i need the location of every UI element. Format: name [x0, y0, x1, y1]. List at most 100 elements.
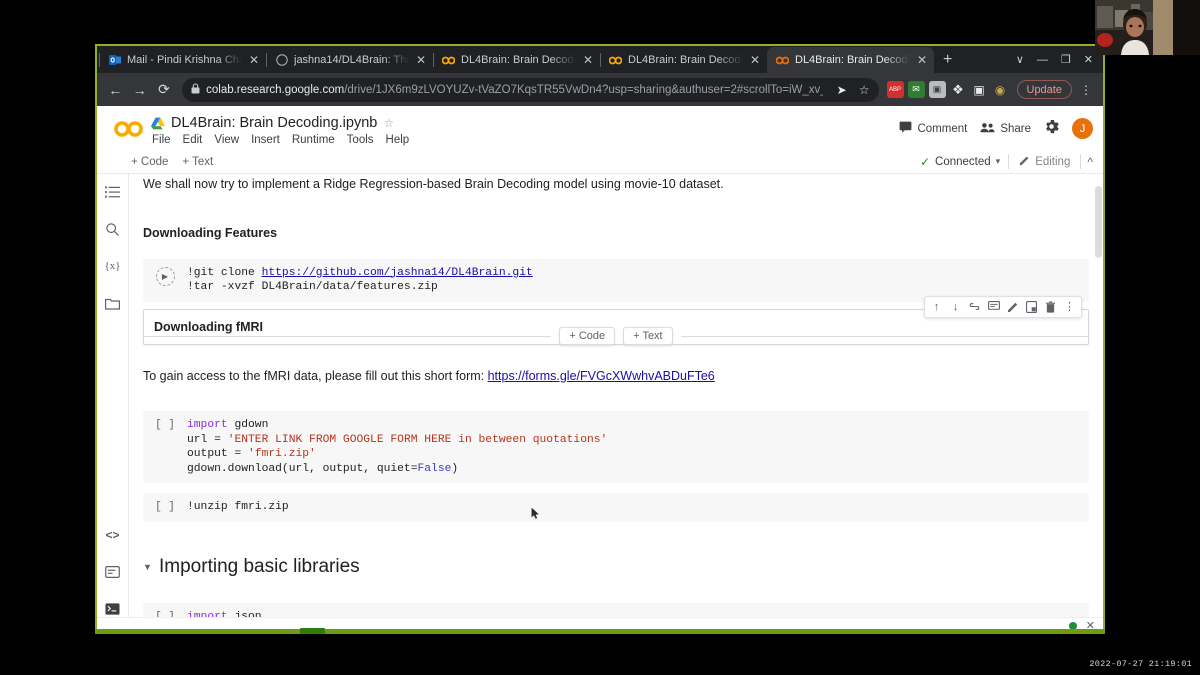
- star-icon[interactable]: ☆: [853, 83, 870, 97]
- tab-strip: Mail - Pindi Krishna Chandi ✕ jashna14/D…: [97, 46, 1103, 73]
- toc-icon[interactable]: [103, 182, 123, 202]
- editing-label: Editing: [1035, 156, 1070, 168]
- mail-extension-icon[interactable]: ✉: [908, 81, 925, 98]
- tab-title: DL4Brain: Brain Decoding: [795, 54, 910, 66]
- run-cell-button[interactable]: ▶: [156, 267, 175, 286]
- imports-section-heading: ▼ Importing basic libraries: [143, 542, 1089, 584]
- github-repo-link[interactable]: https://github.com/jashna14/DL4Brain.git: [262, 267, 533, 279]
- url-var: url =: [187, 434, 228, 446]
- delete-cell-icon[interactable]: [1041, 297, 1060, 316]
- star-outline-icon[interactable]: ☆: [383, 116, 394, 130]
- add-code-cell-button[interactable]: + Code: [131, 156, 168, 168]
- fmri-markdown-cell[interactable]: ↑ ↓: [143, 309, 1089, 345]
- link-to-cell-icon[interactable]: [965, 297, 984, 316]
- tab-title: Mail - Pindi Krishna Chandi: [127, 54, 242, 66]
- browser-window: Mail - Pindi Krishna Chandi ✕ jashna14/D…: [95, 44, 1105, 631]
- comment-button[interactable]: Comment: [899, 121, 967, 136]
- menu-item-runtime[interactable]: Runtime: [292, 134, 335, 146]
- menu-item-edit[interactable]: Edit: [183, 134, 203, 146]
- collapse-caret-icon[interactable]: ▼: [143, 562, 151, 572]
- copy-cell-icon[interactable]: [1022, 297, 1041, 316]
- tab-title: DL4Brain: Brain Decoding: [628, 54, 743, 66]
- browser-tab-4[interactable]: DL4Brain: Brain Decoding ✕: [767, 47, 934, 73]
- browser-tab-1[interactable]: jashna14/DL4Brain: This is ✕: [266, 47, 433, 73]
- fmri-form-link[interactable]: https://forms.gle/FVGcXWwhvABDuFTe6: [488, 369, 715, 383]
- browser-tab-0[interactable]: Mail - Pindi Krishna Chandi ✕: [99, 47, 266, 73]
- search-icon[interactable]: [103, 219, 123, 239]
- command-palette-icon[interactable]: [103, 562, 123, 582]
- menu-item-insert[interactable]: Insert: [251, 134, 280, 146]
- cell-index[interactable]: [ ]: [155, 501, 175, 513]
- imports-heading: Importing basic libraries: [159, 556, 360, 578]
- screenshot-extension-icon[interactable]: ▣: [929, 81, 946, 98]
- gdown-code-cell[interactable]: [ ] import gdown url = 'ENTER LINK FROM …: [143, 411, 1089, 483]
- code-snippets-icon[interactable]: <>: [103, 525, 123, 545]
- window-controls: ∨ — ❐ ✕: [1006, 46, 1103, 73]
- webcam-preview[interactable]: [1095, 0, 1200, 55]
- add-comment-icon[interactable]: [984, 297, 1003, 316]
- minimize-icon[interactable]: —: [1037, 54, 1048, 66]
- close-icon[interactable]: ✕: [582, 54, 594, 66]
- insert-text-cell-button[interactable]: + Text: [623, 327, 672, 345]
- reload-button[interactable]: ⟳: [154, 79, 174, 101]
- vertical-scrollbar[interactable]: [1094, 174, 1103, 631]
- page-viewport: DL4Brain: Brain Decoding.ipynb ☆ File Ed…: [97, 106, 1103, 631]
- runtime-status-button[interactable]: ✓ Connected ▾: [920, 155, 1008, 169]
- insert-code-cell-button[interactable]: + Code: [559, 327, 615, 345]
- profile-extension-icon[interactable]: ◉: [992, 81, 1009, 98]
- scrollbar-thumb[interactable]: [1095, 186, 1102, 258]
- colab-icon: [776, 54, 789, 67]
- screen-recording-root: Mail - Pindi Krishna Chandi ✕ jashna14/D…: [0, 0, 1200, 675]
- toolbar-right: ✓ Connected ▾ Editing ^: [920, 154, 1093, 169]
- url-domain: colab.research.google.com: [206, 84, 344, 96]
- menu-item-file[interactable]: File: [152, 134, 171, 146]
- edit-cell-icon[interactable]: [1003, 297, 1022, 316]
- recording-progress-thumb[interactable]: [300, 628, 325, 634]
- unzip-code-cell[interactable]: [ ] !unzip fmri.zip: [143, 493, 1089, 522]
- output-var: output =: [187, 448, 248, 460]
- forward-button[interactable]: →: [129, 79, 149, 101]
- files-icon[interactable]: [103, 293, 123, 313]
- move-cell-up-icon[interactable]: ↑: [927, 297, 946, 316]
- avatar[interactable]: J: [1072, 118, 1093, 139]
- notebook-content[interactable]: We shall now try to implement a Ridge Re…: [129, 174, 1103, 631]
- colab-logo[interactable]: [107, 114, 151, 138]
- gear-icon[interactable]: [1044, 119, 1059, 139]
- close-icon[interactable]: ✕: [749, 54, 761, 66]
- close-icon[interactable]: ✕: [248, 54, 260, 66]
- back-button[interactable]: ←: [105, 79, 125, 101]
- false-literal: False: [418, 463, 452, 475]
- browser-tab-2[interactable]: DL4Brain: Brain Decoding ✕: [433, 47, 600, 73]
- share-button[interactable]: Share: [980, 122, 1031, 136]
- recording-progress-bar: [95, 629, 1105, 634]
- close-icon[interactable]: ✕: [415, 54, 427, 66]
- add-text-cell-button[interactable]: + Text: [182, 156, 213, 168]
- close-icon[interactable]: ✕: [916, 54, 928, 66]
- browser-tab-3[interactable]: DL4Brain: Brain Decoding ✕: [600, 47, 767, 73]
- chevron-up-icon[interactable]: ^: [1081, 155, 1093, 169]
- menu-item-tools[interactable]: Tools: [347, 134, 374, 146]
- move-cell-down-icon[interactable]: ↓: [946, 297, 965, 316]
- cell-index[interactable]: [ ]: [155, 419, 175, 431]
- send-icon[interactable]: ➤: [829, 83, 847, 97]
- adblock-extension-icon[interactable]: ABP: [887, 81, 904, 98]
- import-module: gdown: [228, 419, 269, 431]
- window-extra-icon[interactable]: ∨: [1016, 53, 1024, 66]
- sidepanel-extension-icon[interactable]: ▣: [971, 81, 988, 98]
- puzzle-extensions-icon[interactable]: ❖: [950, 81, 967, 98]
- menu-item-help[interactable]: Help: [386, 134, 410, 146]
- variables-icon[interactable]: {x}: [103, 256, 123, 276]
- maximize-icon[interactable]: ❐: [1061, 53, 1071, 66]
- more-options-icon[interactable]: ⋮: [1060, 297, 1079, 316]
- address-bar[interactable]: colab.research.google.com/drive/1JX6m9zL…: [182, 78, 878, 102]
- close-window-icon[interactable]: ✕: [1084, 53, 1093, 66]
- terminal-icon[interactable]: [103, 599, 123, 619]
- page-title[interactable]: DL4Brain: Brain Decoding.ipynb: [171, 115, 377, 131]
- kebab-menu-icon[interactable]: ⋮: [1076, 83, 1095, 97]
- intro-text: We shall now try to implement a Ridge Re…: [143, 174, 1089, 197]
- menu-item-view[interactable]: View: [214, 134, 239, 146]
- editing-mode-button[interactable]: Editing: [1009, 155, 1080, 169]
- new-tab-button[interactable]: +: [934, 47, 961, 73]
- update-button[interactable]: Update: [1017, 80, 1072, 99]
- unzip-code: !unzip fmri.zip: [187, 500, 1083, 515]
